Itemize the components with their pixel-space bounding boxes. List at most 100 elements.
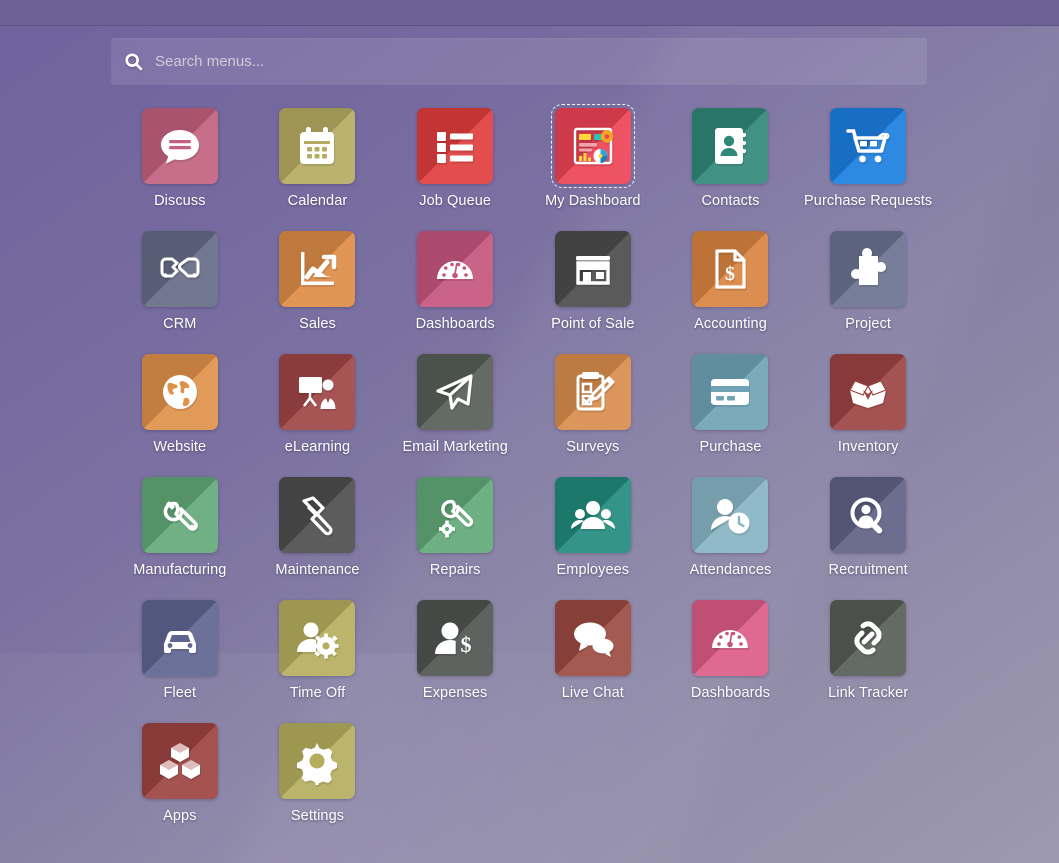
paper-plane-icon	[431, 368, 479, 416]
person-search-icon	[844, 491, 892, 539]
app-icon-background	[550, 104, 635, 188]
app-label: Project	[845, 316, 892, 332]
app-tile-dashboards[interactable]: Dashboards	[662, 595, 800, 718]
person-gear-icon	[293, 614, 341, 662]
app-tile-inventory[interactable]: Inventory	[799, 349, 937, 472]
app-icon-background	[141, 477, 218, 553]
app-tile-link-tracker[interactable]: Link Tracker	[799, 595, 937, 718]
shopping-cart-icon	[844, 122, 892, 170]
app-label: Job Queue	[419, 193, 492, 209]
app-label: Discuss	[154, 193, 206, 209]
invoice-dollar-icon: $	[706, 245, 754, 293]
app-icon-background	[417, 354, 494, 430]
app-icon-background	[554, 231, 631, 307]
app-tile-manufacturing[interactable]: Manufacturing	[111, 472, 249, 595]
puzzle-piece-icon	[844, 245, 892, 293]
app-tile-contacts[interactable]: Contacts	[662, 103, 800, 226]
app-label: CRM	[163, 316, 197, 332]
app-tile-time-off[interactable]: Time Off	[249, 595, 387, 718]
app-label: Surveys	[566, 439, 620, 455]
app-tile-surveys[interactable]: Surveys	[524, 349, 662, 472]
app-tile-email-marketing[interactable]: Email Marketing	[386, 349, 524, 472]
app-tile-project[interactable]: Project	[799, 226, 937, 349]
app-label: Contacts	[701, 193, 760, 209]
app-tile-discuss[interactable]: Discuss	[111, 103, 249, 226]
app-icon-background	[141, 108, 218, 184]
app-label: Inventory	[837, 439, 899, 455]
app-icon-background	[279, 723, 356, 799]
app-tile-crm[interactable]: CRM	[111, 226, 249, 349]
calendar-icon	[293, 122, 341, 170]
app-icon-background	[554, 354, 631, 430]
app-tile-attendances[interactable]: Attendances	[662, 472, 800, 595]
app-tile-live-chat[interactable]: Live Chat	[524, 595, 662, 718]
app-tile-calendar[interactable]: Calendar	[249, 103, 387, 226]
app-tile-sales[interactable]: Sales	[249, 226, 387, 349]
gauge-icon	[706, 614, 754, 662]
wrench-icon	[156, 491, 204, 539]
app-label: Dashboards	[415, 316, 495, 332]
wrench-gear-icon	[431, 491, 479, 539]
app-tile-purchase[interactable]: Purchase	[662, 349, 800, 472]
app-tile-elearning[interactable]: eLearning	[249, 349, 387, 472]
app-tile-fleet[interactable]: Fleet	[111, 595, 249, 718]
gauge-icon	[431, 245, 479, 293]
search-icon	[111, 51, 155, 72]
app-icon-background	[692, 354, 769, 430]
app-label: Time Off	[289, 685, 346, 701]
app-label: Live Chat	[561, 685, 624, 701]
app-label: Fleet	[163, 685, 197, 701]
app-icon-background	[417, 108, 494, 184]
app-tile-dashboards[interactable]: Dashboards	[386, 226, 524, 349]
system-top-bar	[0, 0, 1059, 26]
app-label: Email Marketing	[402, 439, 508, 455]
search-input[interactable]	[155, 38, 927, 85]
gear-icon	[293, 737, 341, 785]
chat-bubbles-icon	[569, 614, 617, 662]
app-tile-point-of-sale[interactable]: Point of Sale	[524, 226, 662, 349]
app-icon-background	[692, 600, 769, 676]
app-label: Recruitment	[828, 562, 908, 578]
storefront-icon	[569, 245, 617, 293]
app-label: Accounting	[694, 316, 767, 332]
presentation-icon	[293, 368, 341, 416]
growth-chart-icon	[293, 245, 341, 293]
app-tile-expenses[interactable]: $ Expenses	[386, 595, 524, 718]
search-bar[interactable]	[111, 38, 927, 85]
app-icon-background	[141, 231, 218, 307]
app-icon-background	[279, 108, 356, 184]
app-tile-apps[interactable]: Apps	[111, 718, 249, 841]
app-tile-job-queue[interactable]: Job Queue	[386, 103, 524, 226]
person-clock-icon	[706, 491, 754, 539]
app-label: My Dashboard	[545, 193, 641, 209]
clipboard-pencil-icon	[569, 368, 617, 416]
app-label: Calendar	[287, 193, 348, 209]
app-label: Attendances	[689, 562, 772, 578]
app-label: Sales	[299, 316, 336, 332]
app-tile-settings[interactable]: Settings	[249, 718, 387, 841]
boxes-icon	[156, 737, 204, 785]
app-label: Link Tracker	[828, 685, 909, 701]
app-tile-recruitment[interactable]: Recruitment	[799, 472, 937, 595]
app-tile-my-dashboard[interactable]: My Dashboard	[524, 103, 662, 226]
app-icon-background	[830, 600, 907, 676]
svg-text:$: $	[725, 263, 735, 285]
app-tile-employees[interactable]: Employees	[524, 472, 662, 595]
app-label: Apps	[163, 808, 197, 824]
handshake-icon	[156, 245, 204, 293]
app-tile-purchase-requests[interactable]: Purchase Requests	[799, 103, 937, 226]
app-icon-background	[830, 354, 907, 430]
app-label: Website	[153, 439, 207, 455]
app-label: Manufacturing	[133, 562, 227, 578]
app-label: Settings	[290, 808, 345, 824]
app-tile-website[interactable]: Website	[111, 349, 249, 472]
app-icon-background	[279, 600, 356, 676]
app-icon-background	[692, 108, 769, 184]
app-tile-maintenance[interactable]: Maintenance	[249, 472, 387, 595]
app-label: Employees	[556, 562, 630, 578]
app-icon-background	[417, 231, 494, 307]
chain-link-icon	[844, 614, 892, 662]
app-tile-repairs[interactable]: Repairs	[386, 472, 524, 595]
app-icon-background: $	[692, 231, 769, 307]
app-tile-accounting[interactable]: $ Accounting	[662, 226, 800, 349]
